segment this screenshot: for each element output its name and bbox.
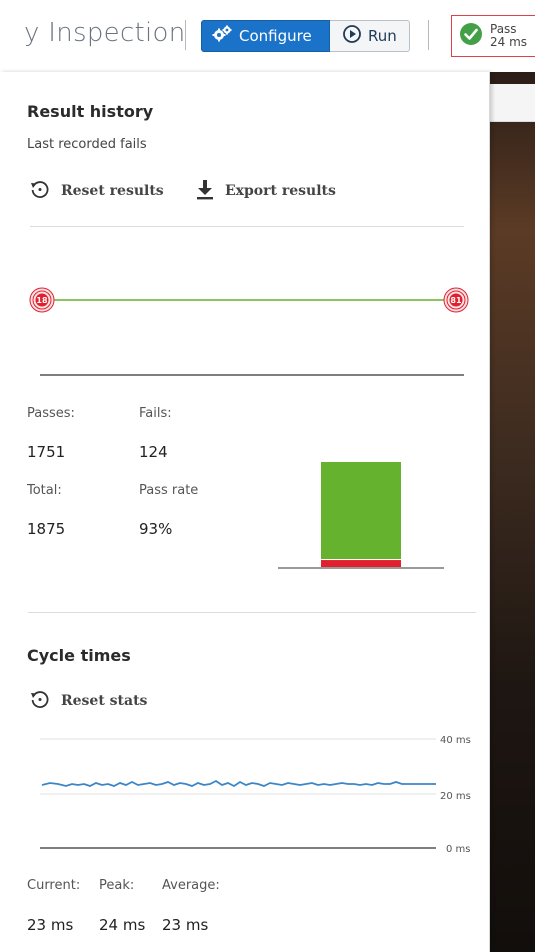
result-history-chart: 18 81	[29, 287, 469, 376]
fail-bar	[321, 560, 401, 567]
cycle-time-series	[41, 779, 436, 788]
fail-marker[interactable]: 81	[443, 287, 469, 313]
peak-label: Peak:	[99, 878, 135, 893]
export-results-label: Export results	[225, 183, 336, 199]
pass-rate-value: 93%	[139, 520, 173, 538]
axis-label-0: 0 ms	[446, 844, 471, 855]
total-label: Total:	[27, 483, 62, 498]
fail-marker-label: 81	[450, 296, 462, 305]
passes-label: Passes:	[27, 406, 75, 421]
pass-rate-label: Pass rate	[139, 483, 199, 498]
background-tab-strip	[490, 84, 535, 122]
reset-results-button[interactable]: Reset results	[29, 178, 164, 204]
reset-stats-label: Reset stats	[61, 693, 148, 709]
fail-marker[interactable]: 18	[29, 287, 55, 313]
current-value: 23 ms	[27, 916, 74, 934]
fails-label: Fails:	[139, 406, 172, 421]
fails-value: 124	[139, 443, 168, 461]
toolbar-divider	[428, 20, 429, 50]
export-results-button[interactable]: Export results	[195, 178, 336, 204]
fail-marker-label: 18	[36, 296, 48, 305]
status-time: 24 ms	[490, 35, 528, 49]
page-title: y Inspection	[24, 18, 186, 48]
result-history-subheading: Last recorded fails	[27, 137, 147, 152]
divider	[30, 226, 464, 227]
peak-value: 24 ms	[99, 916, 146, 934]
configure-button[interactable]: Configure	[201, 20, 330, 52]
pass-fail-bar-chart	[278, 462, 444, 569]
toolbar: y Inspection Configure Run Pass 24 ms	[0, 0, 535, 72]
cycle-time-chart: 40 ms 20 ms 0 ms	[40, 735, 471, 855]
run-button[interactable]: Run	[330, 20, 410, 52]
passes-value: 1751	[27, 443, 66, 461]
cycle-times-heading: Cycle times	[27, 646, 131, 665]
run-label: Run	[368, 27, 397, 45]
reset-results-label: Reset results	[61, 183, 164, 199]
gears-icon	[211, 24, 233, 48]
average-value: 23 ms	[162, 916, 209, 934]
download-icon	[195, 178, 215, 204]
check-circle-icon	[459, 22, 483, 50]
section-divider	[28, 612, 476, 613]
pass-bar	[321, 462, 401, 560]
play-icon	[342, 24, 362, 48]
total-value: 1875	[27, 520, 66, 538]
current-label: Current:	[27, 878, 81, 893]
camera-view-background	[490, 72, 535, 952]
reset-stats-button[interactable]: Reset stats	[29, 688, 147, 714]
result-history-heading: Result history	[27, 102, 154, 121]
reset-icon	[29, 688, 51, 714]
status-indicator[interactable]: Pass 24 ms	[451, 15, 535, 57]
axis-label-20: 20 ms	[440, 791, 471, 802]
average-label: Average:	[162, 878, 220, 893]
toolbar-divider	[185, 20, 186, 50]
statistics-panel: Result history Last recorded fails Reset…	[0, 72, 490, 952]
axis-label-40: 40 ms	[440, 735, 471, 746]
configure-label: Configure	[239, 27, 312, 45]
reset-icon	[29, 178, 51, 204]
